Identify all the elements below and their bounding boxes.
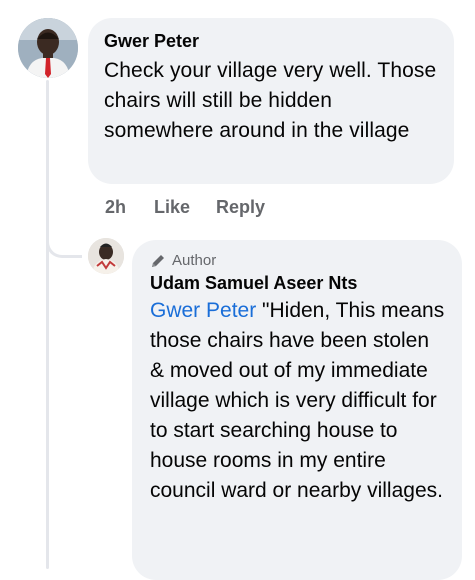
- thread-line: [46, 80, 49, 569]
- comment-actions: 2h Like Reply: [105, 194, 291, 220]
- like-button[interactable]: Like: [154, 194, 190, 220]
- reply-button[interactable]: Reply: [216, 194, 265, 220]
- author-badge: Author: [150, 252, 446, 270]
- mention-link[interactable]: Gwer Peter: [150, 299, 256, 322]
- commenter-avatar[interactable]: [18, 18, 78, 78]
- reply-bubble: Author Udam Samuel Aseer Nts Gwer Peter …: [132, 240, 462, 580]
- comment-text: Check your village very well. Those chai…: [104, 59, 437, 142]
- pencil-icon: [152, 255, 164, 267]
- comment-bubble: Gwer Peter Check your village very well.…: [88, 18, 454, 184]
- profile-photo-icon: [18, 18, 78, 78]
- reply-author-avatar[interactable]: [88, 238, 124, 274]
- reply-text: Gwer Peter "Hiden, This means those chai…: [150, 296, 446, 506]
- thread-branch-connector: [46, 228, 82, 258]
- reply-body: "Hiden, This means those chairs have bee…: [150, 299, 445, 502]
- profile-photo-icon: [88, 238, 124, 274]
- reply-author-name[interactable]: Udam Samuel Aseer Nts: [150, 272, 446, 294]
- comment-timestamp[interactable]: 2h: [105, 194, 126, 220]
- comment-author-name[interactable]: Gwer Peter: [104, 30, 438, 52]
- author-badge-label: Author: [172, 252, 217, 269]
